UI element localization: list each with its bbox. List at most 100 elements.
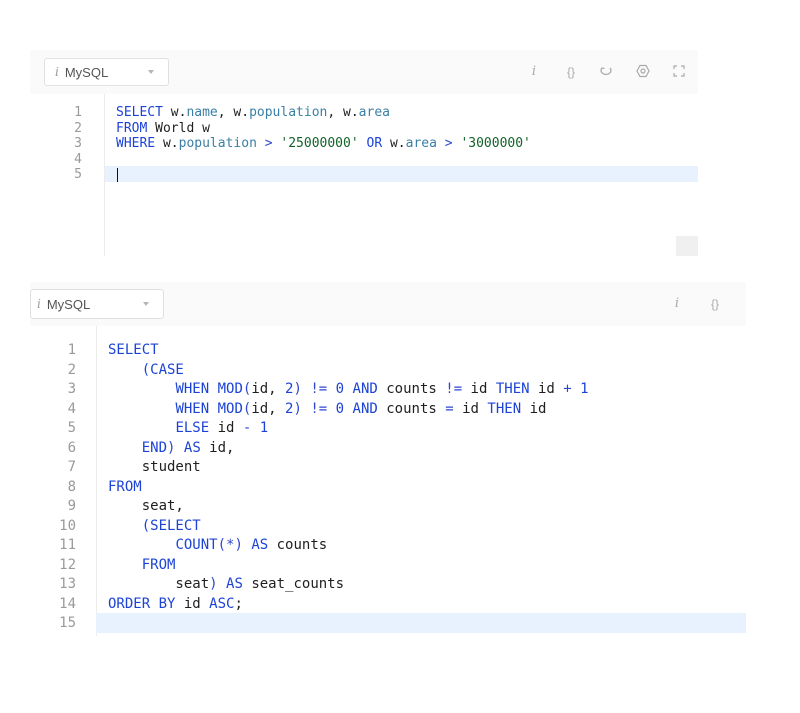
line-number: 15 bbox=[59, 615, 76, 631]
line-number: 1 bbox=[67, 342, 76, 358]
line-number: 14 bbox=[59, 595, 76, 612]
code-token: seat_counts bbox=[242, 576, 345, 592]
sql-editor-1: i MySQL i {} 1 SELECT w.name, w.populatio… bbox=[30, 50, 698, 256]
code-token: id bbox=[175, 595, 210, 612]
code-token: , w. bbox=[327, 105, 359, 120]
active-line-highlight bbox=[96, 613, 746, 633]
code-line: FROM World w bbox=[116, 121, 210, 137]
editor-toolbar: i MySQL i {} bbox=[30, 50, 698, 95]
code-token: id, bbox=[251, 400, 286, 417]
code-area[interactable]: 1 SELECT w.name, w.population, w.area 2 FRO… bbox=[30, 94, 698, 256]
code-token: COUNT bbox=[175, 537, 218, 553]
code-token: id, bbox=[251, 381, 286, 397]
code-token: WHERE bbox=[116, 136, 156, 151]
code-token: id bbox=[453, 400, 488, 417]
reset-icon[interactable] bbox=[597, 63, 615, 79]
line-number: 3 bbox=[67, 381, 76, 397]
code-token: counts bbox=[377, 400, 446, 417]
line-number: 4 bbox=[74, 151, 82, 167]
code-token: AS bbox=[251, 537, 269, 553]
code-line: SELECT w.name, w.population, w.area bbox=[116, 105, 390, 121]
code-token: id bbox=[521, 400, 547, 417]
code-token: ELSE bbox=[175, 420, 210, 436]
code-token: ORDER BY bbox=[108, 595, 176, 612]
code-line: (CASE bbox=[108, 361, 184, 381]
info-icon[interactable]: i bbox=[668, 295, 686, 313]
code-token: WHEN bbox=[175, 381, 210, 397]
resize-handle[interactable] bbox=[676, 236, 698, 256]
line-number: 13 bbox=[59, 576, 76, 592]
code-token: , w. bbox=[217, 105, 250, 120]
line-number: 12 bbox=[59, 556, 76, 573]
code-token: (CASE bbox=[141, 361, 184, 378]
code-area[interactable]: 1 SELECT 2 (CASE 3 WHEN MOD(id, 2) != 0 AND… bbox=[30, 326, 746, 636]
line-number: 3 bbox=[74, 136, 82, 151]
code-line: ORDER BY id ASC; bbox=[108, 595, 243, 615]
format-braces-icon[interactable]: {} bbox=[706, 295, 724, 313]
code-line: SELECT bbox=[108, 341, 159, 361]
code-token: id bbox=[529, 381, 564, 397]
language-select[interactable]: i MySQL bbox=[30, 289, 164, 319]
format-braces-icon[interactable]: {} bbox=[562, 63, 580, 81]
code-line: WHERE w.population > '25000000' OR w.are… bbox=[116, 136, 531, 152]
code-token: ) bbox=[293, 400, 302, 417]
code-token: '25000000' bbox=[280, 136, 359, 151]
sql-editor-2: i MySQL i {} 1 SELECT 2 (CASE 3 WHEN MOD(id… bbox=[30, 282, 746, 636]
line-number: 4 bbox=[67, 400, 76, 417]
line-number: 10 bbox=[59, 517, 76, 534]
info-icon: i bbox=[55, 65, 59, 79]
line-number: 5 bbox=[74, 167, 82, 182]
line-number: 8 bbox=[67, 478, 76, 495]
code-token: w. bbox=[162, 105, 187, 120]
code-token: counts bbox=[268, 537, 328, 553]
code-token: area bbox=[405, 136, 437, 151]
code-token: THEN bbox=[487, 400, 522, 417]
code-token: != bbox=[310, 400, 328, 417]
line-number: 2 bbox=[67, 361, 76, 378]
code-token: World w bbox=[147, 120, 210, 136]
fullscreen-icon[interactable] bbox=[670, 63, 688, 79]
info-icon: i bbox=[37, 297, 41, 311]
code-token: THEN bbox=[495, 381, 530, 397]
code-token: seat bbox=[108, 576, 210, 592]
code-token: AS bbox=[183, 439, 201, 456]
code-token: + bbox=[563, 381, 572, 397]
code-token: END bbox=[141, 439, 168, 456]
code-token: ASC bbox=[209, 595, 235, 612]
settings-icon[interactable] bbox=[634, 63, 652, 79]
language-select[interactable]: i MySQL bbox=[44, 58, 169, 86]
code-token: AND bbox=[352, 381, 378, 397]
code-token: seat, bbox=[108, 498, 184, 514]
code-token: > bbox=[264, 136, 273, 151]
language-label: MySQL bbox=[46, 296, 91, 312]
info-icon[interactable]: i bbox=[525, 63, 543, 81]
code-token: WHEN bbox=[175, 400, 210, 417]
code-token: name bbox=[186, 105, 218, 120]
code-token: SELECT bbox=[108, 342, 159, 358]
code-token: area bbox=[358, 105, 390, 120]
editor-toolbar: i MySQL i {} bbox=[30, 282, 746, 327]
code-token: != bbox=[310, 381, 328, 397]
code-line: seat) AS seat_counts bbox=[108, 575, 344, 595]
code-token: id bbox=[209, 420, 243, 436]
code-token: population bbox=[178, 136, 257, 151]
code-token: 0 bbox=[335, 381, 345, 397]
code-token: ) bbox=[293, 381, 302, 397]
code-line: student bbox=[108, 458, 201, 478]
code-line: END) AS id, bbox=[108, 439, 235, 459]
code-token: id, bbox=[200, 439, 235, 456]
